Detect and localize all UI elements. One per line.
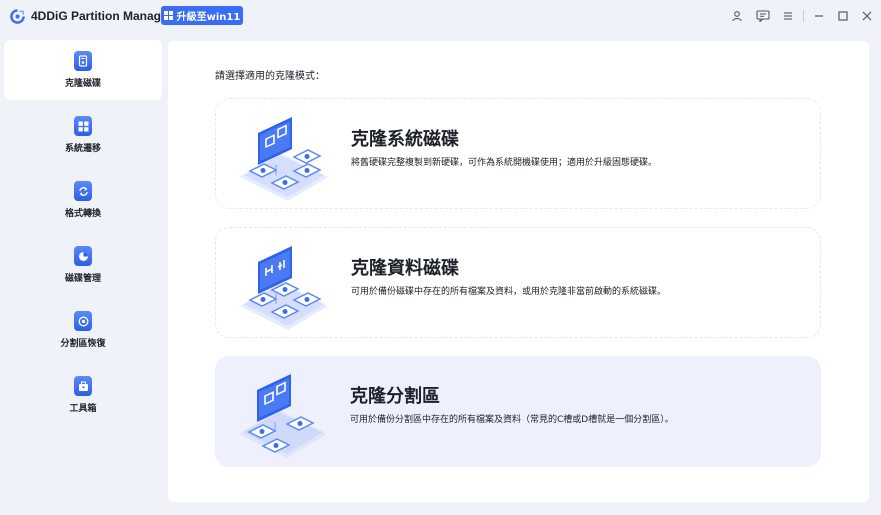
sidebar-item-clone-disk[interactable]: 克隆磁碟 (4, 40, 162, 100)
partition-recover-icon (74, 311, 92, 331)
user-icon[interactable] (729, 8, 745, 24)
sidebar-item-partition-recover[interactable]: 分割區恢復 (4, 300, 162, 360)
titlebar-divider (803, 10, 804, 22)
sidebar-item-format-convert[interactable]: 格式轉換 (4, 170, 162, 230)
clone-partition-card[interactable]: 克隆分割區 可用於備份分割區中存在的所有檔案及資料（常見的C槽或D槽就是一個分割… (215, 356, 821, 467)
sidebar-item-label: 工具箱 (69, 404, 97, 414)
sidebar-item-label: 分割區恢復 (60, 339, 106, 349)
sidebar-item-label: 克隆磁碟 (64, 79, 101, 89)
sidebar-item-label: 磁碟管理 (64, 274, 101, 284)
format-convert-icon (74, 181, 92, 201)
close-icon[interactable] (859, 8, 875, 24)
card-description: 將舊硬碟完整複製到新硬碟，可作為系統開機碟使用；適用於升級固態硬碟。 (351, 158, 658, 168)
title-bar: 4DDiG Partition Manager 升級至win11 (0, 0, 881, 34)
toolbox-icon (74, 376, 92, 396)
menu-icon[interactable] (780, 8, 796, 24)
card-title: 克隆系統磁碟 (351, 129, 459, 150)
sidebar-item-toolbox[interactable]: 工具箱 (4, 365, 162, 425)
disk-manage-icon (74, 246, 92, 266)
main-panel: 請選擇適用的克隆模式： 克隆系統磁碟 將舊硬碟完整複製到新硬碟，可作為系統開機碟… (168, 41, 869, 502)
app-logo-icon (10, 9, 25, 24)
maximize-icon[interactable] (835, 8, 851, 24)
clone-data-disk-card[interactable]: 克隆資料磁碟 可用於備份磁碟中存在的所有檔案及資料，或用於克隆非當前啟動的系統磁… (215, 227, 821, 338)
card-title: 克隆分割區 (350, 386, 440, 407)
upgrade-label: 升級至win11 (176, 12, 241, 23)
clone-system-disk-card[interactable]: 克隆系統磁碟 將舊硬碟完整複製到新硬碟，可作為系統開機碟使用；適用於升級固態硬碟… (215, 98, 821, 209)
sidebar-item-label: 系統遷移 (64, 144, 101, 154)
sidebar: 克隆磁碟 系統遷移 格式轉換 磁碟管理 分割區恢復 工具箱 (4, 40, 163, 480)
feedback-icon[interactable] (755, 8, 771, 24)
system-migrate-icon (74, 116, 92, 136)
windows-icon (163, 11, 173, 20)
sidebar-item-system-migrate[interactable]: 系統遷移 (4, 105, 162, 165)
card-title: 克隆資料磁碟 (351, 258, 459, 279)
card-description: 可用於備份分割區中存在的所有檔案及資料（常見的C槽或D槽就是一個分割區）。 (350, 415, 674, 425)
card-description: 可用於備份磁碟中存在的所有檔案及資料，或用於克隆非當前啟動的系統磁碟。 (351, 287, 667, 297)
upgrade-win11-button[interactable]: 升級至win11 (161, 6, 243, 25)
clone-disk-icon (74, 51, 92, 71)
minimize-icon[interactable] (811, 8, 827, 24)
sidebar-item-label: 格式轉換 (64, 209, 101, 219)
app-title: 4DDiG Partition Manager (31, 9, 173, 23)
clone-data-disk-illustration-icon (240, 246, 328, 330)
sidebar-item-disk-manage[interactable]: 磁碟管理 (4, 235, 162, 295)
clone-partition-illustration-icon (239, 374, 327, 458)
clone-mode-prompt: 請選擇適用的克隆模式： (215, 71, 325, 82)
clone-system-disk-illustration-icon (240, 117, 328, 201)
